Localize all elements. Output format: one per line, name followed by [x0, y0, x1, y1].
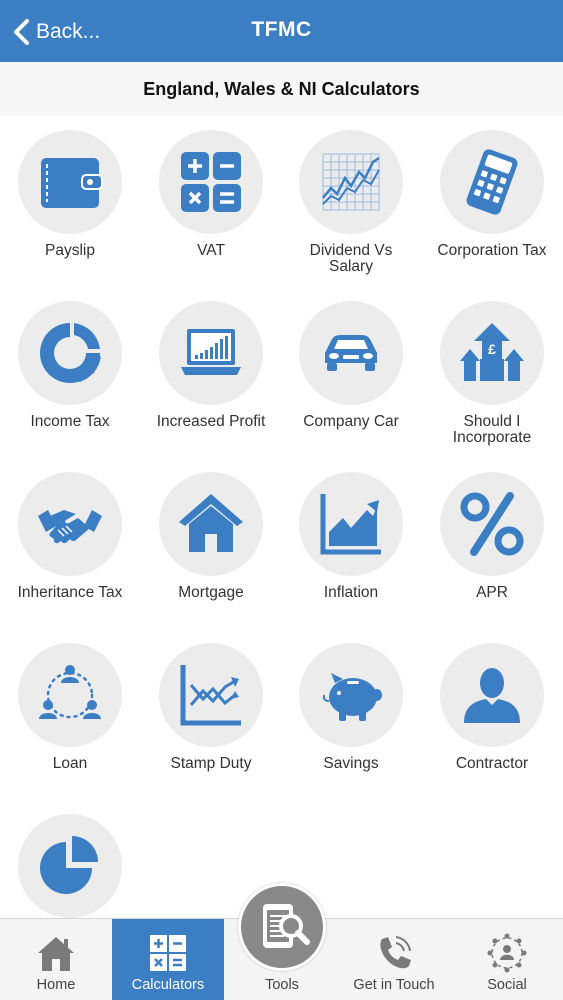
people-network-icon: [39, 665, 101, 719]
document-search-icon: [263, 904, 310, 948]
calculator-label: Inheritance Tax: [17, 584, 123, 601]
tab-calculators[interactable]: Calculators: [112, 919, 224, 1000]
calculator-icon: [466, 149, 518, 215]
calculator-symbols-icon: [181, 152, 241, 212]
network-icon: [487, 933, 527, 973]
calculator-label: VAT: [197, 242, 225, 259]
wallet-icon: [41, 158, 103, 208]
calculator-label: Should I Incorporate: [452, 413, 532, 446]
tab-label: Home: [36, 977, 76, 993]
tab-home[interactable]: Home: [0, 919, 112, 1000]
laptop-chart-icon: [181, 329, 241, 375]
tab-get-in-touch[interactable]: Get in Touch: [338, 919, 450, 1000]
tab-label: Get in Touch: [353, 977, 435, 993]
house-icon: [179, 494, 243, 552]
calculator-label: APR: [476, 584, 508, 601]
pound-house-arrows-icon: £: [460, 323, 524, 381]
tab-social[interactable]: Social: [451, 919, 563, 1000]
pie-chart-icon: [40, 836, 98, 894]
back-button[interactable]: Back...: [12, 14, 100, 50]
calculator-label: Company Car: [303, 413, 399, 430]
phone-icon: [380, 936, 411, 969]
nav-bar: Back... TFMC: [0, 0, 563, 62]
piggy-bank-icon: [322, 673, 382, 721]
tab-label: Social: [487, 977, 527, 993]
calculator-label: Contractor: [455, 755, 529, 772]
calculator-label: Income Tax: [30, 413, 110, 430]
tab-label: Calculators: [131, 977, 205, 993]
back-label: Back...: [36, 20, 101, 43]
calculator-label: Savings: [323, 755, 379, 772]
donut-chart-icon: [40, 323, 101, 383]
calculator-grid: Payslip VAT Dividend Vs Salary Corporati…: [0, 116, 563, 918]
tab-label: Tools: [265, 977, 299, 993]
calculator-label: Dividend Vs Salary: [309, 242, 393, 275]
line-graph-icon: [322, 153, 380, 211]
handshake-icon: [38, 510, 102, 544]
svg-text:£: £: [488, 341, 496, 357]
calculator-label: Increased Profit: [156, 413, 266, 430]
section-title: England, Wales & NI Calculators: [0, 62, 563, 116]
calculator-label: Stamp Duty: [170, 755, 252, 772]
calculator-label: Loan: [52, 755, 88, 772]
area-chart-icon: [320, 494, 381, 555]
calculator-label: Inflation: [323, 584, 379, 601]
calculator-label: Corporation Tax: [437, 242, 547, 259]
calculator-label: Mortgage: [178, 584, 244, 601]
calculator-symbols-icon: [150, 935, 186, 971]
calculator-label: Payslip: [45, 242, 95, 259]
house-icon: [38, 937, 74, 971]
car-icon: [325, 335, 377, 371]
chevron-left-icon: [14, 19, 29, 45]
percent-icon: [460, 492, 524, 556]
tools-button[interactable]: [238, 883, 326, 971]
trend-chart-icon: [180, 665, 241, 726]
person-icon: [464, 668, 520, 723]
